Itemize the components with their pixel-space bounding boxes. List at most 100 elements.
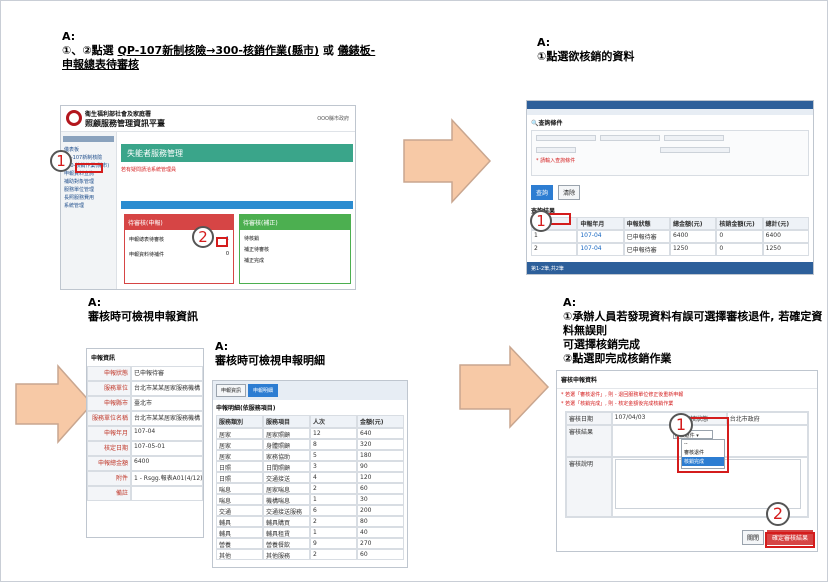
link-qp107[interactable]: QP-107新制核險→300-核銷作業(縣市) — [117, 44, 319, 57]
info-row: 服務單位名稱 台北市某某居家服務機構 — [87, 411, 203, 426]
table-cell: 1250 — [669, 243, 717, 256]
info-label: 核定日期 — [87, 441, 131, 456]
info-value: 107-04 — [131, 426, 203, 441]
table-cell: 其他服務 — [263, 549, 310, 560]
field-input[interactable] — [664, 135, 724, 141]
table-cell: 2 — [531, 243, 578, 256]
step-badge-2: 2 — [192, 226, 214, 248]
info-label: 申報總金額 — [87, 456, 131, 471]
table-cell: 喘息 — [216, 483, 263, 494]
table-cell: 120 — [357, 472, 404, 483]
section-title: 申報明細(依服務項目) — [216, 405, 276, 412]
table-cell: 90 — [357, 461, 404, 472]
table-cell: 180 — [357, 450, 404, 461]
section-title: 申報資訊 — [91, 355, 116, 362]
arrow-right-icon — [403, 118, 492, 204]
table-cell: 1 — [310, 527, 357, 538]
table-cell: 輔具 — [216, 527, 263, 538]
table-cell: 輔具租賃 — [263, 527, 310, 538]
link-pending-review[interactable]: 申報總表待審核 — [62, 58, 139, 71]
table-cell: 12 — [310, 428, 357, 439]
clear-button[interactable]: 清除 — [558, 185, 581, 200]
table-cell: 80 — [357, 516, 404, 527]
table-cell: 1 — [531, 230, 578, 243]
tab-info[interactable]: 申報資訊 — [216, 384, 247, 397]
info-row: 申報縣市 臺北市 — [87, 396, 203, 411]
info-value: 臺北市 — [131, 396, 203, 411]
info-value: 107-05-01 — [131, 441, 203, 456]
link-dashboard[interactable]: 儀錶板- — [338, 44, 376, 57]
step-badge-1: 1 — [530, 210, 552, 232]
query-button[interactable]: 查詢 — [531, 185, 554, 200]
table-row: 輔具 輔具租賃 1 40 — [216, 527, 404, 538]
table-row[interactable]: 2 107-04 已申報待審 1250 0 1250 — [531, 243, 809, 256]
caption-bm: A: 審核時可檢視申報明細 — [215, 340, 325, 367]
table-cell: 9 — [310, 538, 357, 549]
field-input[interactable] — [536, 135, 596, 141]
screenshot-dashboard: 衛生福利部社會及家庭署 照顧服務管理資訊平臺 OOO縣市政府 儀表板 QP-107… — [60, 105, 356, 290]
table-cell: 身體照顧 — [263, 439, 310, 450]
status-select[interactable] — [660, 147, 730, 153]
column-header: 總計(元) — [762, 217, 809, 230]
table-cell: 日照 — [216, 461, 263, 472]
table-cell: 家務協助 — [263, 450, 310, 461]
table-cell: 2 — [310, 516, 357, 527]
tab-detail[interactable]: 申報明細 — [248, 384, 279, 397]
card-right: 待審核(補正) 待核銷 補正待審核 補正完成 — [239, 214, 351, 284]
table-cell[interactable]: 107-04 — [577, 230, 624, 243]
detail-table: 服務類別 服務項目 人次 金額(元) 居家 居家照顧 12 640 居家 身體照顧 8 320 居家 家務… — [216, 415, 404, 560]
table-row: 居家 身體照顧 8 320 — [216, 439, 404, 450]
table-cell: 輔具購買 — [263, 516, 310, 527]
table-cell: 日照 — [216, 472, 263, 483]
info-label: 申報狀態 — [87, 366, 131, 381]
table-row[interactable]: 1 107-04 已申報待審 6400 0 6400 — [531, 230, 809, 243]
info-label: 申報年月 — [87, 426, 131, 441]
info-row: 備註 — [87, 486, 203, 501]
caption-tr: A: ①點選欲核銷的資料 — [537, 36, 635, 63]
info-label: 附件 — [87, 471, 131, 486]
table-cell: 6400 — [762, 230, 809, 243]
table-cell: 營養餐飲 — [263, 538, 310, 549]
info-row: 申報總金額 6400 — [87, 456, 203, 471]
table-cell: 機構喘息 — [263, 494, 310, 505]
table-cell: 3 — [310, 461, 357, 472]
table-cell: 喘息 — [216, 494, 263, 505]
table-cell: 640 — [357, 428, 404, 439]
dialog-title: 審核申報資料 — [557, 371, 817, 389]
table-cell: 1250 — [762, 243, 809, 256]
sidebar-item[interactable]: 系統管理 — [61, 202, 116, 210]
table-cell[interactable]: 107-04 — [577, 243, 624, 256]
tab-bar: 申報資訊 申報明細 — [213, 381, 407, 400]
sidebar-item[interactable]: 長照服務費用 — [61, 194, 116, 202]
table-header: 序號申報年月申報狀態總金額(元)核銷金額(元)總計(元) — [531, 217, 809, 230]
app-header: 衛生福利部社會及家庭署 照顧服務管理資訊平臺 OOO縣市政府 — [61, 106, 355, 132]
table-row: 居家 家務協助 5 180 — [216, 450, 404, 461]
logo-icon — [66, 110, 82, 126]
highlight-pending[interactable] — [216, 237, 228, 247]
table-cell: 2 — [310, 549, 357, 560]
table-row: 居家 居家照顧 12 640 — [216, 428, 404, 439]
table-cell: 已申報待審 — [623, 230, 670, 243]
highlight-menu[interactable] — [75, 163, 103, 173]
table-cell: 交通接送服務 — [263, 505, 310, 516]
info-value — [131, 486, 203, 501]
info-label: 備註 — [87, 486, 131, 501]
pager: 第1-2筆,共2筆 — [527, 262, 813, 274]
table-cell: 8 — [310, 439, 357, 450]
table-cell: 2 — [310, 483, 357, 494]
table-header: 服務類別 服務項目 人次 金額(元) — [216, 415, 404, 428]
info-value: 6400 — [131, 456, 203, 471]
screenshot-search: 🔍查詢條件 * 請輸入查詢條件 查詢 清除 查詢結果 序號申報年月申報狀態總金額… — [526, 100, 814, 275]
column-header: 核銷金額(元) — [716, 217, 763, 230]
sidebar-item[interactable]: 補助對象管理 — [61, 178, 116, 186]
table-cell: 5 — [310, 450, 357, 461]
screenshot-report-detail: 申報資訊 申報明細 申報明細(依服務項目) 服務類別 服務項目 人次 金額(元) 居家居… — [212, 380, 408, 568]
date-select[interactable] — [536, 147, 576, 153]
sidebar-item[interactable]: 服務單位管理 — [61, 186, 116, 194]
table-cell: 40 — [357, 527, 404, 538]
field-input[interactable] — [600, 135, 660, 141]
table-cell: 輔具 — [216, 516, 263, 527]
info-value: 已申報待審 — [131, 366, 203, 381]
close-button[interactable]: 關閉 — [741, 530, 764, 545]
table-cell: 居家照顧 — [263, 428, 310, 439]
